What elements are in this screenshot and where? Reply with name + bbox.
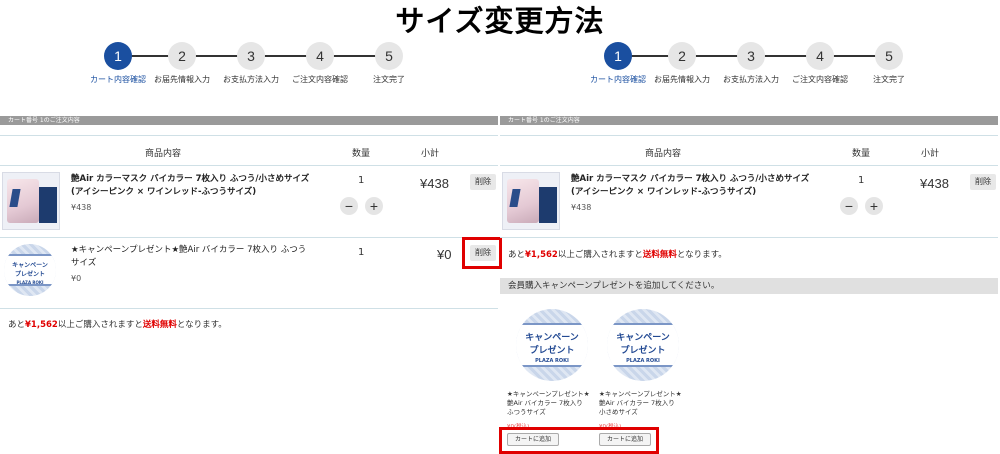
divider (500, 237, 998, 238)
product-name[interactable]: 艶Air カラーマスク バイカラー 7枚入り ふつう/小さめサイズ (アイシーピン… (571, 173, 841, 199)
product-price: ¥438 (71, 203, 92, 212)
cart-number-bar: カート番号 1のご注文内容 (0, 116, 498, 125)
campaign-badge: キャンペーン プレゼント PLAZA ROKI (4, 244, 56, 296)
step-4: 4 ご注文内容確認 (285, 42, 355, 85)
campaign-add-bar: 会員購入キャンペーンプレゼントを追加してください。 (500, 278, 998, 294)
divider (500, 165, 998, 166)
step-2: 2 お届先情報入力 (647, 42, 717, 85)
divider (0, 237, 498, 238)
qty-minus-button[interactable]: − (340, 197, 358, 215)
gift-item-subtotal: ¥0 (437, 247, 452, 262)
step-2: 2 お届先情報入力 (147, 42, 217, 85)
highlight-add-buttons (499, 427, 659, 454)
product-thumbnail[interactable] (502, 172, 560, 230)
left-panel: 1 カート内容確認 2 お届先情報入力 3 お支払方法入力 4 ご注文内容確認 5 注文完… (0, 0, 502, 454)
checkout-steps: 1 カート内容確認 2 お届先情報入力 3 お支払方法入力 4 ご注文内容確認 5 注文完… (583, 42, 923, 87)
product-qty: 1 (358, 175, 365, 186)
step-3: 3 お支払方法入力 (216, 42, 286, 85)
shipping-notice: あと¥1,562以上ご購入されますと送料無料となります。 (8, 320, 227, 330)
checkout-steps: 1 カート内容確認 2 お届先情報入力 3 お支払方法入力 4 ご注文内容確認 5 注文完… (83, 42, 423, 87)
divider (500, 135, 998, 136)
step-1: 1 カート内容確認 (83, 42, 153, 85)
product-qty: 1 (858, 175, 865, 186)
divider (0, 165, 498, 166)
shipping-notice: あと¥1,562以上ご購入されますと送料無料となります。 (508, 250, 727, 260)
product-subtotal: ¥438 (920, 176, 949, 191)
col-product: 商品内容 (145, 149, 182, 159)
gift-item-qty: 1 (358, 247, 365, 258)
product-subtotal: ¥438 (420, 176, 449, 191)
qty-plus-button[interactable]: + (365, 197, 383, 215)
col-qty: 数量 (352, 149, 371, 159)
qty-plus-button[interactable]: + (865, 197, 883, 215)
delete-button[interactable]: 削除 (970, 174, 996, 190)
col-product: 商品内容 (645, 149, 682, 159)
step-5: 5 注文完了 (354, 42, 424, 85)
col-subtotal: 小計 (421, 149, 440, 159)
col-qty: 数量 (852, 149, 871, 159)
product-thumbnail[interactable] (2, 172, 60, 230)
gift-image-2[interactable]: キャンペーン プレゼント PLAZA ROKI (607, 309, 679, 381)
right-panel: 1 カート内容確認 2 お届先情報入力 3 お支払方法入力 4 ご注文内容確認 5 注文完… (500, 0, 1000, 454)
gift-item-price: ¥0 (71, 274, 82, 283)
col-subtotal: 小計 (921, 149, 940, 159)
step-5: 5 注文完了 (854, 42, 924, 85)
gift-item-name[interactable]: ★キャンペーンプレゼント★艶Air バイカラー 7枚入り ふつう サイズ (71, 244, 331, 270)
delete-button[interactable]: 削除 (470, 174, 496, 190)
product-price: ¥438 (571, 203, 592, 212)
gift-image-1[interactable]: キャンペーン プレゼント PLAZA ROKI (516, 309, 588, 381)
qty-minus-button[interactable]: − (840, 197, 858, 215)
step-3: 3 お支払方法入力 (716, 42, 786, 85)
divider (0, 308, 498, 309)
cart-number-bar: カート番号 1のご注文内容 (500, 116, 998, 125)
step-4: 4 ご注文内容確認 (785, 42, 855, 85)
product-name[interactable]: 艶Air カラーマスク バイカラー 7枚入り ふつう/小さめサイズ (アイシーピン… (71, 173, 341, 199)
highlight-delete (462, 237, 502, 269)
step-1: 1 カート内容確認 (583, 42, 653, 85)
gift-name-1[interactable]: ★キャンペーンプレゼント★艶Air バイカラー 7枚入り ふつうサイズ (507, 390, 591, 417)
divider (0, 135, 498, 136)
gift-name-2[interactable]: ★キャンペーンプレゼント★艶Air バイカラー 7枚入り 小さめサイズ (599, 390, 683, 417)
